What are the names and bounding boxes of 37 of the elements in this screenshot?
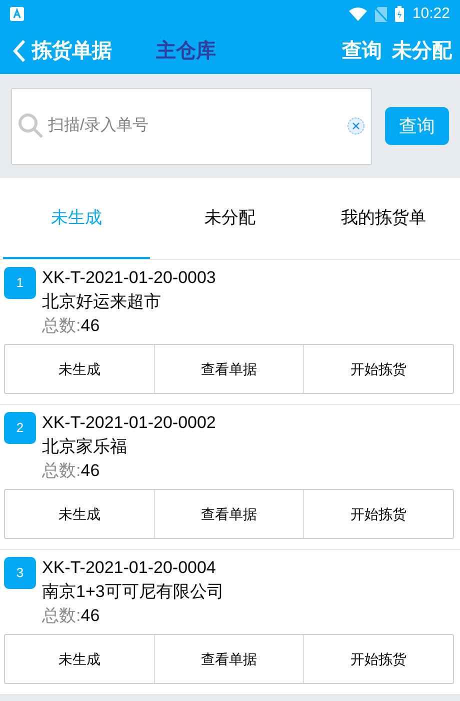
index-badge: 3 xyxy=(4,557,36,589)
order-number: XK-T-2021-01-20-0003 xyxy=(42,267,216,289)
count-value: 46 xyxy=(80,460,100,482)
search-icon xyxy=(18,113,44,139)
no-sim-icon xyxy=(375,6,388,22)
count-value: 46 xyxy=(80,315,100,337)
clear-icon[interactable] xyxy=(347,117,365,135)
tab[interactable]: 我的拣货单 xyxy=(310,178,457,259)
order-action-button[interactable]: 开始拣货 xyxy=(303,635,454,683)
count-label: 总数: xyxy=(42,460,81,482)
wifi-icon xyxy=(349,7,368,21)
order-action-button[interactable]: 查看单据 xyxy=(154,490,304,538)
count-label: 总数: xyxy=(42,605,81,627)
order-action-button[interactable]: 未生成 xyxy=(5,635,154,683)
search-field[interactable]: 扫描/录入单号 xyxy=(11,88,372,164)
index-badge: 2 xyxy=(4,412,36,444)
battery-icon xyxy=(395,6,404,22)
order-action-button[interactable]: 未生成 xyxy=(5,345,154,393)
status-time: 10:22 xyxy=(412,4,450,24)
order-action-button[interactable]: 开始拣货 xyxy=(303,490,454,538)
order-action-button[interactable]: 未生成 xyxy=(5,490,154,538)
order-number: XK-T-2021-01-20-0004 xyxy=(42,557,217,579)
order-action-button[interactable]: 开始拣货 xyxy=(303,345,454,393)
count-label: 总数: xyxy=(42,315,81,337)
chevron-left-icon xyxy=(12,39,26,63)
app-notification-icon xyxy=(10,7,24,21)
customer-name: 北京好运来超市 xyxy=(42,291,162,313)
warehouse-title: 主仓库 xyxy=(156,38,216,64)
order-action-button[interactable]: 查看单据 xyxy=(154,345,304,393)
count-value: 46 xyxy=(80,605,100,627)
index-badge: 1 xyxy=(4,267,36,299)
tab[interactable]: 未分配 xyxy=(156,178,304,259)
order-action-button[interactable]: 查看单据 xyxy=(154,635,304,683)
customer-name: 北京家乐福 xyxy=(42,436,128,458)
order-number: XK-T-2021-01-20-0002 xyxy=(42,412,216,434)
customer-name: 南京1+3可可尼有限公司 xyxy=(42,581,224,603)
search-input[interactable]: 扫描/录入单号 xyxy=(48,114,343,138)
